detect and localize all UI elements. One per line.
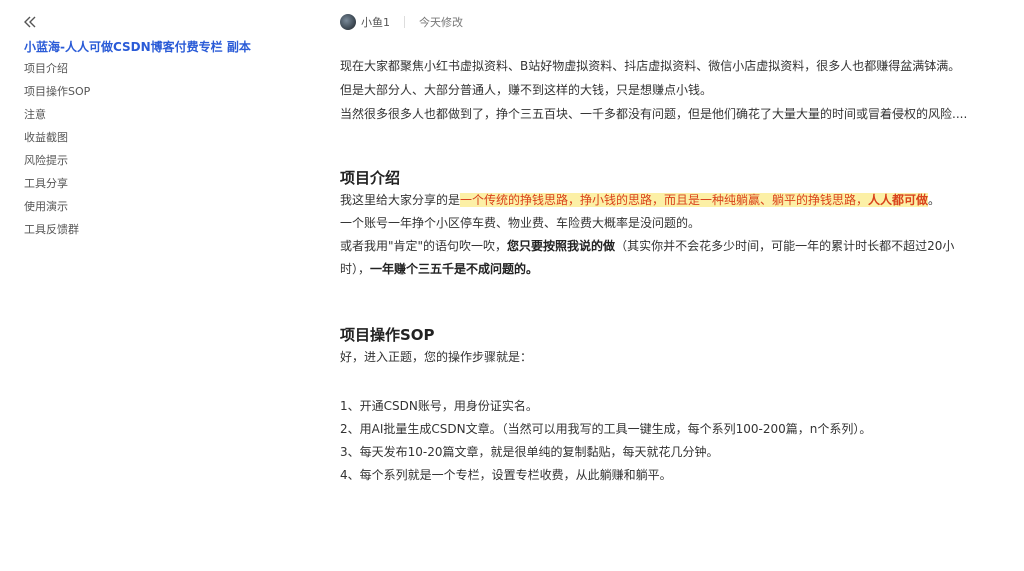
toc-item-project-sop[interactable]: 项目操作SOP xyxy=(24,85,90,108)
toc-item-project-intro[interactable]: 项目介绍 xyxy=(24,62,90,85)
toc-item-notes[interactable]: 注意 xyxy=(24,108,90,131)
modified-time: 今天修改 xyxy=(419,16,463,29)
sop-step-1: 1、开通CSDN账号，用身份证实名。 xyxy=(340,399,538,413)
sop-lead-paragraph: 好，进入正题，您的操作步骤就是： xyxy=(340,350,533,364)
intro-paragraph-1: 现在大家都聚焦小红书虚拟资料、B站好物虚拟资料、抖店虚拟资料、微信小店虚拟资料，… xyxy=(340,59,961,73)
project-intro-paragraph-2: 一个账号一年挣个小区停车费、物业费、车险费大概率是没问题的。 xyxy=(340,216,701,230)
document-title[interactable]: 小蓝海-人人可做CSDN博客付费专栏 副本 xyxy=(24,38,251,55)
avatar[interactable] xyxy=(340,14,356,30)
sop-step-3: 3、每天发布10-20篇文章，就是很单纯的复制黏贴，每天就花几分钟。 xyxy=(340,445,719,459)
author-name[interactable]: 小鱼1 xyxy=(361,14,390,30)
heading-project-intro: 项目介绍 xyxy=(340,169,401,187)
project-intro-paragraph-3: 或者我用"肯定"的语句吹一吹，您只要按照我说的做（其实你并不会花多少时间，可能一… xyxy=(340,235,970,281)
heading-project-sop: 项目操作SOP xyxy=(340,326,435,344)
sop-step-4: 4、每个系列就是一个专栏，设置专栏收费，从此躺赚和躺平。 xyxy=(340,468,672,482)
document-meta-bar: 小鱼1 今天修改 xyxy=(340,12,463,32)
sop-step-2: 2、用AI批量生成CSDN文章。（当然可以用我写的工具一键生成，每个系列100-… xyxy=(340,422,872,436)
divider xyxy=(404,16,405,28)
project-intro-paragraph-1: 我这里给大家分享的是一个传统的挣钱思路，挣小钱的思路，而且是一种纯躺赢、躺平的挣… xyxy=(340,189,970,212)
sidebar: 小蓝海-人人可做CSDN博客付费专栏 副本 项目介绍 项目操作SOP 注意 收益… xyxy=(0,0,300,571)
text-run: 我这里给大家分享的是 xyxy=(340,193,461,207)
bold-text: 一年赚个三五千是不成问题的。 xyxy=(370,262,539,276)
intro-paragraph-2: 但是大部分人、大部分普通人，赚不到这样的大钱，只是想赚点小钱。 xyxy=(340,83,713,97)
highlighted-text: 一个传统的挣钱思路，挣小钱的思路，而且是一种纯躺赢、躺平的挣钱思路， xyxy=(460,193,869,207)
bold-text: 您只要按照我说的做 xyxy=(507,239,616,253)
collapse-sidebar-button[interactable] xyxy=(20,12,40,32)
document-body: 现在大家都聚焦小红书虚拟资料、B站好物虚拟资料、抖店虚拟资料、微信小店虚拟资料，… xyxy=(340,55,970,487)
double-chevron-left-icon xyxy=(24,16,36,28)
text-run: 或者我用"肯定"的语句吹一吹， xyxy=(340,239,508,253)
toc-item-tool-share[interactable]: 工具分享 xyxy=(24,177,90,200)
text-run: 。 xyxy=(928,193,941,207)
toc-item-usage-demo[interactable]: 使用演示 xyxy=(24,200,90,223)
intro-paragraph-3: 当然很多很多人也都做到了，挣个三五百块、一千多都没有问题，但是他们确花了大量大量… xyxy=(340,107,968,121)
toc-item-feedback-group[interactable]: 工具反馈群 xyxy=(24,223,90,246)
table-of-contents: 项目介绍 项目操作SOP 注意 收益截图 风险提示 工具分享 使用演示 工具反馈… xyxy=(24,62,90,246)
highlighted-bold-text: 人人都可做 xyxy=(868,193,929,207)
toc-item-risk-warning[interactable]: 风险提示 xyxy=(24,154,90,177)
toc-item-earnings-screenshots[interactable]: 收益截图 xyxy=(24,131,90,154)
